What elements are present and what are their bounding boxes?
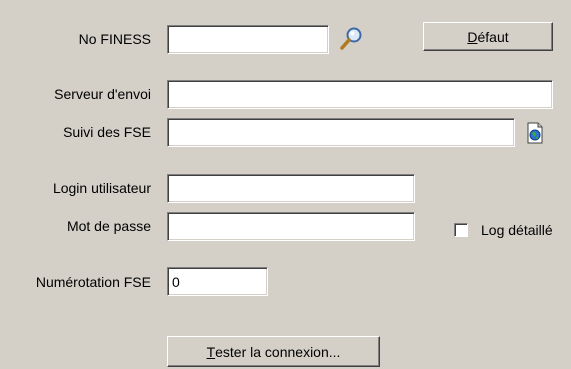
serveur-input[interactable]	[167, 80, 553, 109]
serveur-label: Serveur d'envoi	[54, 86, 151, 102]
defaut-button[interactable]: Défaut	[423, 22, 553, 51]
settings-panel: No FINESS Défaut Serveur d'envoi Suivi d…	[0, 0, 571, 369]
defaut-label: éfaut	[477, 28, 509, 45]
login-label: Login utilisateur	[52, 180, 151, 196]
magnifier-icon[interactable]	[336, 26, 366, 52]
log-detaille-label[interactable]: Log détaillé	[481, 222, 553, 238]
password-label: Mot de passe	[66, 218, 151, 234]
tester-mnemonic: T	[206, 343, 216, 360]
password-input[interactable]	[167, 212, 415, 241]
log-detaille-checkbox[interactable]	[454, 223, 468, 237]
login-input[interactable]	[167, 174, 415, 203]
numerotation-input[interactable]	[167, 267, 268, 296]
suivi-input[interactable]	[167, 118, 515, 147]
numerotation-label: Numérotation FSE	[35, 274, 151, 290]
finess-input[interactable]	[167, 25, 329, 54]
tester-label: ester la connexion...	[215, 343, 341, 360]
suivi-label: Suivi des FSE	[63, 124, 151, 140]
globe-document-icon[interactable]	[525, 122, 545, 144]
defaut-mnemonic: D	[467, 28, 478, 45]
tester-connexion-button[interactable]: Tester la connexion...	[167, 336, 380, 367]
finess-label: No FINESS	[78, 31, 151, 47]
